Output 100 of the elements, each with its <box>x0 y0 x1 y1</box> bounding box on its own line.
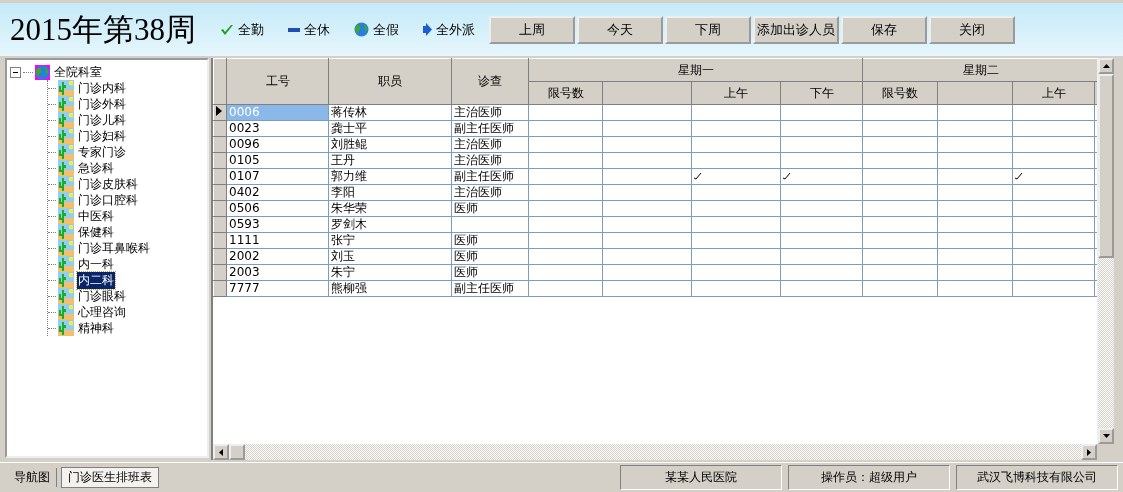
cactus-icon <box>58 96 74 112</box>
cactus-icon <box>58 144 74 160</box>
toolbar-button[interactable]: 上周 <box>489 15 575 44</box>
globe-icon <box>354 22 369 37</box>
table-cell: 医师 <box>451 200 529 217</box>
table-cell: 0593 <box>226 216 329 233</box>
table-cell: 医师 <box>451 232 529 249</box>
left-arrow-icon[interactable] <box>219 448 223 456</box>
check-icon <box>783 173 791 180</box>
table-cell: 蒋传林 <box>328 104 452 121</box>
scrollbar-thumb[interactable] <box>1098 74 1114 258</box>
up-arrow-icon[interactable] <box>1102 64 1110 68</box>
table-cell: 7777 <box>226 280 329 297</box>
table-cell: 主治医师 <box>451 104 529 121</box>
table-cell: 2003 <box>226 264 329 281</box>
table-cell: 主治医师 <box>451 152 529 169</box>
tree-item[interactable]: 专家门诊 <box>77 143 127 161</box>
check-icon <box>1015 173 1023 180</box>
table-cell: 0023 <box>226 120 329 137</box>
table-cell: 李阳 <box>328 184 452 201</box>
toolbar-button[interactable]: 添加出诊人员 <box>753 15 839 44</box>
tree-item[interactable]: 内一科 <box>77 255 115 273</box>
table-cell: 2002 <box>226 248 329 265</box>
tree-item[interactable]: 门诊口腔科 <box>77 191 139 209</box>
check-icon <box>220 22 234 37</box>
table-cell: 0107 <box>226 168 329 185</box>
minus-icon <box>288 27 300 32</box>
cactus-icon <box>58 256 74 272</box>
cactus-icon <box>58 224 74 240</box>
tree-item[interactable]: 门诊外科 <box>77 95 127 113</box>
column-group-header: 星期一 <box>528 58 863 82</box>
table-cell: 医师 <box>451 264 529 281</box>
cactus-icon <box>58 80 74 96</box>
table-cell: 张宁 <box>328 232 452 249</box>
table-cell: 王丹 <box>328 152 452 169</box>
tree-item[interactable]: 门诊皮肤科 <box>77 175 139 193</box>
cactus-icon <box>58 272 74 288</box>
vertical-scrollbar[interactable] <box>1097 58 1114 444</box>
tree-item[interactable]: 全院科室 <box>53 63 103 81</box>
table-cell: 熊柳强 <box>328 280 452 297</box>
table-cell: 刘玉 <box>328 248 452 265</box>
tree-item[interactable]: 门诊内科 <box>77 79 127 97</box>
quick-action-link[interactable]: 全外派 <box>436 20 475 39</box>
column-header: 诊查 <box>451 58 529 105</box>
cactus-icon <box>58 208 74 224</box>
table-cell: 朱宁 <box>328 264 452 281</box>
tree-item[interactable]: 中医科 <box>77 207 115 225</box>
table-cell: 副主任医师 <box>451 280 529 297</box>
table-cell: 刘胜鲲 <box>328 136 452 153</box>
cactus-icon <box>58 192 74 208</box>
horizontal-scrollbar[interactable] <box>213 444 1097 460</box>
quick-action-link[interactable]: 全休 <box>304 20 330 39</box>
table-cell: 医师 <box>451 248 529 265</box>
table-cell: 副主任医师 <box>451 120 529 137</box>
cactus-icon <box>58 288 74 304</box>
cactus-icon <box>58 112 74 128</box>
tree-item[interactable]: 门诊眼科 <box>77 287 127 305</box>
table-cell: 1111 <box>226 232 329 249</box>
table-cell: 0506 <box>226 200 329 217</box>
tree-item[interactable]: 精神科 <box>77 319 115 337</box>
status-panel: 操作员：超级用户 <box>788 465 950 490</box>
arrow-icon <box>423 23 432 36</box>
bottom-tab[interactable]: 门诊医生排班表 <box>61 467 159 488</box>
cactus-icon <box>58 304 74 320</box>
tree-item[interactable]: 急诊科 <box>77 159 115 177</box>
cactus-icon <box>58 176 74 192</box>
column-header: 工号 <box>226 58 329 105</box>
tree-item[interactable]: 保健科 <box>77 223 115 241</box>
quick-action-link[interactable]: 全假 <box>373 20 399 39</box>
cactus-icon <box>58 320 74 336</box>
table-cell: 郭力维 <box>328 168 452 185</box>
check-icon <box>694 173 702 180</box>
right-arrow-icon[interactable] <box>1087 448 1091 456</box>
down-arrow-icon[interactable] <box>1102 434 1110 438</box>
toolbar-button[interactable]: 下周 <box>665 15 751 44</box>
column-header: 职员 <box>328 58 452 105</box>
quick-action-link[interactable]: 全勤 <box>238 20 264 39</box>
table-cell: 0105 <box>226 152 329 169</box>
toolbar-button[interactable]: 今天 <box>577 15 663 44</box>
toolbar-button[interactable]: 关闭 <box>929 15 1015 44</box>
cactus-icon <box>58 160 74 176</box>
toolbar-button[interactable]: 保存 <box>841 15 927 44</box>
scrollbar-thumb[interactable] <box>229 444 245 460</box>
tree-item[interactable]: 门诊妇科 <box>77 127 127 145</box>
tree-item[interactable]: 门诊儿科 <box>77 111 127 129</box>
table-cell: 龚士平 <box>328 120 452 137</box>
table-cell: 主治医师 <box>451 184 529 201</box>
collapse-toggle[interactable] <box>10 66 21 78</box>
cactus-icon <box>58 128 74 144</box>
tree-item[interactable]: 内二科 <box>77 271 115 289</box>
table-cell: 朱华荣 <box>328 200 452 217</box>
row-pointer-icon <box>216 106 222 116</box>
week-title: 2015年第38周 <box>10 10 196 49</box>
table-cell: 主治医师 <box>451 136 529 153</box>
tree-item[interactable]: 门诊耳鼻喉科 <box>77 239 151 257</box>
table-cell: 副主任医师 <box>451 168 529 185</box>
column-group-header: 星期二 <box>862 58 1097 82</box>
cactus-icon <box>58 240 74 256</box>
globe-icon <box>35 64 50 80</box>
tree-item[interactable]: 心理咨询 <box>77 303 127 321</box>
